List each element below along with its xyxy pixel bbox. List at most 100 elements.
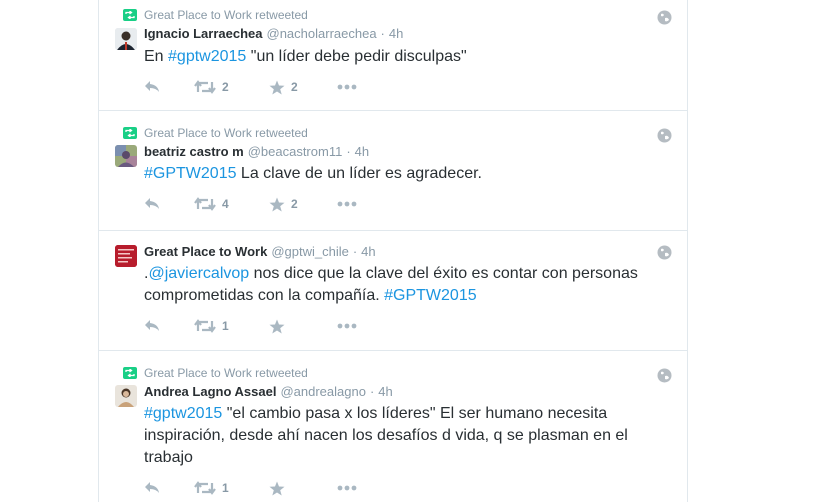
globe-icon[interactable] xyxy=(657,128,672,143)
globe-icon[interactable] xyxy=(657,245,672,260)
tweet-actions: 1 xyxy=(144,480,444,496)
retweet-badge-icon xyxy=(123,367,137,379)
reply-button[interactable] xyxy=(144,480,160,496)
retweet-context[interactable]: Great Place to Work retweeted xyxy=(123,126,308,140)
more-button[interactable] xyxy=(337,196,357,212)
more-button[interactable] xyxy=(337,480,357,496)
like-icon xyxy=(269,481,285,495)
retweet-icon xyxy=(194,319,216,333)
globe-icon[interactable] xyxy=(657,368,672,383)
username[interactable]: @nacholarraechea xyxy=(267,26,377,41)
tweet-actions: 4 2 xyxy=(144,196,444,212)
tweet-text: .@javiercalvop nos dice que la clave del… xyxy=(144,263,654,307)
timestamp[interactable]: 4h xyxy=(389,26,403,41)
fullname[interactable]: Great Place to Work xyxy=(144,244,267,259)
timestamp[interactable]: 4h xyxy=(361,244,375,259)
retweet-count: 1 xyxy=(222,481,229,495)
retweet-icon xyxy=(194,80,216,94)
text-segment: nos dice que la clave del éxito es conta… xyxy=(249,265,638,282)
like-button[interactable] xyxy=(269,480,291,496)
timeline: Great Place to Work retweeted Ignacio La… xyxy=(98,0,688,502)
avatar[interactable] xyxy=(115,28,137,50)
like-icon xyxy=(269,319,285,333)
retweet-count: 1 xyxy=(222,319,229,333)
retweet-badge-icon xyxy=(123,9,137,21)
tweet-text: #gptw2015 "el cambio pasa x los líderes"… xyxy=(144,403,654,469)
reply-icon xyxy=(145,198,159,209)
retweet-badge-icon xyxy=(123,127,137,139)
text-line: inspiración, desde ahí nacen los desafío… xyxy=(144,427,628,444)
text-segment: En xyxy=(144,48,169,65)
username[interactable]: @beacastrom11 xyxy=(248,144,343,159)
like-button[interactable]: 2 xyxy=(269,196,298,212)
avatar[interactable] xyxy=(115,385,137,407)
more-icon xyxy=(337,201,357,207)
retweet-icon xyxy=(194,197,216,211)
tweet-header: Ignacio Larraechea @nacholarraechea · 4h xyxy=(144,26,403,42)
retweet-count: 2 xyxy=(222,80,229,94)
tweet[interactable]: Great Place to Work @gptwi_chile · 4h .@… xyxy=(99,230,687,351)
separator: · xyxy=(380,26,385,41)
tweet-header: Great Place to Work @gptwi_chile · 4h xyxy=(144,244,376,260)
text-line: .@javiercalvop nos dice que la clave del… xyxy=(144,263,654,285)
tweet-text: En #gptw2015 "un líder debe pedir discul… xyxy=(144,46,654,68)
text-line: trabajo xyxy=(144,449,193,466)
timestamp[interactable]: 4h xyxy=(378,384,392,399)
retweet-count: 4 xyxy=(222,197,229,211)
more-icon xyxy=(337,323,357,329)
reply-button[interactable] xyxy=(144,318,160,334)
text-segment: La clave de un líder es agradecer. xyxy=(236,165,482,182)
retweet-context[interactable]: Great Place to Work retweeted xyxy=(123,366,308,380)
text-line: #gptw2015 "el cambio pasa x los líderes"… xyxy=(144,403,654,425)
fullname[interactable]: Andrea Lagno Assael xyxy=(144,384,276,399)
retweet-button[interactable]: 1 xyxy=(194,480,229,496)
like-icon xyxy=(269,197,285,211)
timestamp[interactable]: 4h xyxy=(355,144,369,159)
text-segment: comprometidas con la compañía. xyxy=(144,287,385,304)
retweeted-by-label: Great Place to Work retweeted xyxy=(144,126,308,140)
fullname[interactable]: beatriz castro m xyxy=(144,144,244,159)
globe-icon[interactable] xyxy=(657,10,672,25)
more-icon xyxy=(337,84,357,90)
hashtag-link[interactable]: #gptw2015 xyxy=(168,48,246,65)
retweeted-by-label: Great Place to Work retweeted xyxy=(144,366,308,380)
text-segment: "un líder debe pedir disculpas" xyxy=(246,48,467,65)
text-line: comprometidas con la compañía. #GPTW2015 xyxy=(144,285,654,307)
separator: · xyxy=(352,244,358,259)
hashtag-link[interactable]: #gptw2015 xyxy=(144,405,222,422)
retweet-button[interactable]: 4 xyxy=(194,196,229,212)
avatar[interactable] xyxy=(115,245,137,267)
retweet-button[interactable]: 2 xyxy=(194,79,229,95)
like-count: 2 xyxy=(291,197,298,211)
mention-link[interactable]: @javiercalvop xyxy=(148,265,249,282)
tweet-actions: 2 2 xyxy=(144,79,444,95)
text-segment: "el cambio pasa x los líderes" El ser hu… xyxy=(222,405,608,422)
separator: · xyxy=(369,384,375,399)
reply-button[interactable] xyxy=(144,196,160,212)
tweet[interactable]: Great Place to Work retweeted Andrea Lag… xyxy=(99,350,687,502)
username[interactable]: @gptwi_chile xyxy=(271,244,349,259)
hashtag-link[interactable]: #GPTW2015 xyxy=(144,165,236,182)
reply-icon xyxy=(145,81,159,92)
tweet[interactable]: Great Place to Work retweeted Ignacio La… xyxy=(99,0,687,111)
reply-button[interactable] xyxy=(144,79,160,95)
avatar[interactable] xyxy=(115,145,137,167)
more-button[interactable] xyxy=(337,318,357,334)
like-icon xyxy=(269,80,285,94)
tweet-actions: 1 xyxy=(144,318,444,334)
separator: · xyxy=(346,144,351,159)
hashtag-link[interactable]: #GPTW2015 xyxy=(384,287,476,304)
tweet-header: Andrea Lagno Assael @andrealagno · 4h xyxy=(144,384,393,400)
reply-icon xyxy=(145,482,159,493)
username[interactable]: @andrealagno xyxy=(280,384,365,399)
more-button[interactable] xyxy=(337,79,357,95)
tweet[interactable]: Great Place to Work retweeted beatriz ca… xyxy=(99,110,687,231)
like-button[interactable] xyxy=(269,318,291,334)
retweet-context[interactable]: Great Place to Work retweeted xyxy=(123,8,308,22)
reply-icon xyxy=(145,320,159,331)
fullname[interactable]: Ignacio Larraechea xyxy=(144,26,263,41)
like-button[interactable]: 2 xyxy=(269,79,298,95)
tweet-header: beatriz castro m @beacastrom11 · 4h xyxy=(144,144,369,160)
retweet-button[interactable]: 1 xyxy=(194,318,229,334)
more-icon xyxy=(337,485,357,491)
